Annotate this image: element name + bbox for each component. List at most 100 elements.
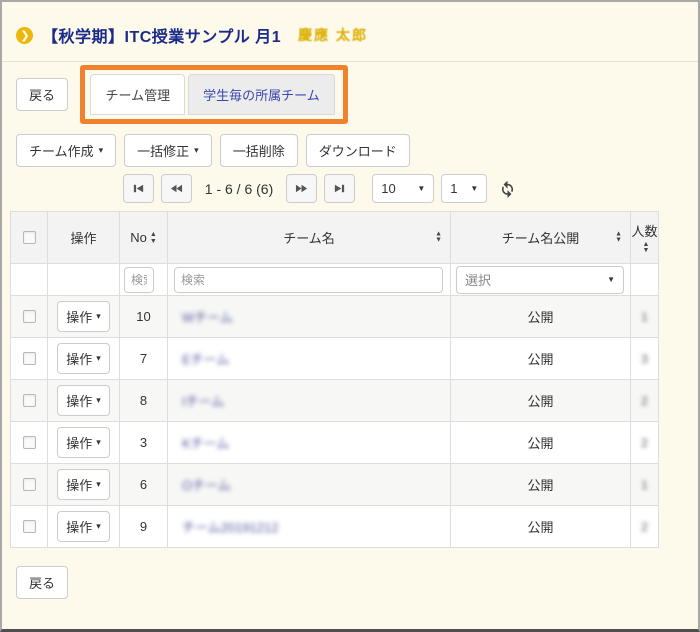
- row-checkbox[interactable]: [23, 436, 36, 449]
- row-no: 10: [120, 296, 168, 338]
- row-action-button[interactable]: 操作▾: [57, 511, 110, 542]
- visibility-filter-select[interactable]: 選択 ▼: [456, 266, 624, 294]
- pagination: 1 - 6 / 6 (6) 10 ▼ 1 ▼: [2, 174, 698, 203]
- caret-down-icon: ▾: [96, 312, 101, 321]
- select-arrow-icon: ▼: [607, 275, 615, 284]
- page: ❯ 【秋学期】ITC授業サンプル 月1 慶應 太郎 戻る チーム管理 学生毎の所…: [2, 2, 698, 629]
- table-row: 操作▾ 10 Wチーム 公開 1: [11, 296, 659, 338]
- next-page-button[interactable]: [286, 174, 317, 203]
- member-count: 1: [641, 310, 648, 324]
- caret-down-icon: ▾: [96, 438, 101, 447]
- table-row: 操作▾ 7 Eチーム 公開 3: [11, 338, 659, 380]
- table-row: 操作▾ 6 Oチーム 公開 1: [11, 464, 659, 506]
- row-checkbox[interactable]: [23, 478, 36, 491]
- team-name-link[interactable]: チーム20191212: [182, 520, 278, 535]
- team-name-link[interactable]: Kチーム: [182, 436, 229, 451]
- row-checkbox[interactable]: [23, 352, 36, 365]
- caret-down-icon: ▾: [96, 396, 101, 405]
- visibility-value: 公開: [451, 464, 631, 506]
- row-no: 6: [120, 464, 168, 506]
- row-no: 8: [120, 380, 168, 422]
- sort-icon[interactable]: ▲▼: [435, 231, 442, 244]
- first-page-button[interactable]: [123, 174, 154, 203]
- create-team-button[interactable]: チーム作成 ▾: [16, 134, 116, 167]
- filter-row: 選択 ▼: [11, 264, 659, 296]
- select-arrow-icon: ▼: [417, 184, 425, 193]
- col-header-no[interactable]: No▲▼: [120, 212, 168, 264]
- row-checkbox[interactable]: [23, 310, 36, 323]
- team-name-link[interactable]: Iチーム: [182, 394, 224, 409]
- row-action-button[interactable]: 操作▾: [57, 343, 110, 374]
- row-no: 3: [120, 422, 168, 464]
- page-header: ❯ 【秋学期】ITC授業サンプル 月1 慶應 太郎: [2, 2, 698, 62]
- last-page-button[interactable]: [324, 174, 355, 203]
- table-header-row: 操作 No▲▼ チーム名 ▲▼ チーム名公開 ▲▼ 人数▲▼: [11, 212, 659, 264]
- team-name-link[interactable]: Wチーム: [182, 310, 233, 325]
- caret-down-icon: ▾: [194, 146, 199, 155]
- member-count: 3: [641, 352, 648, 366]
- col-header-members[interactable]: 人数▲▼: [631, 212, 659, 264]
- tab-teams-per-student[interactable]: 学生毎の所属チーム: [188, 74, 335, 115]
- table-row: 操作▾ 9 チーム20191212 公開 2: [11, 506, 659, 548]
- team-name-link[interactable]: Oチーム: [182, 478, 231, 493]
- col-header-action: 操作: [48, 212, 120, 264]
- refresh-button[interactable]: [498, 179, 517, 198]
- step-forward-icon: [333, 182, 346, 195]
- member-count: 2: [641, 394, 648, 408]
- row-no: 7: [120, 338, 168, 380]
- member-count: 1: [641, 478, 648, 492]
- tab-highlight-annotation: チーム管理 学生毎の所属チーム: [80, 65, 347, 124]
- table-row: 操作▾ 8 Iチーム 公開 2: [11, 380, 659, 422]
- no-filter-input[interactable]: [124, 267, 154, 293]
- refresh-icon: [498, 179, 517, 198]
- visibility-value: 公開: [451, 506, 631, 548]
- back-button-bottom[interactable]: 戻る: [16, 566, 68, 599]
- bulk-edit-button[interactable]: 一括修正 ▾: [124, 134, 212, 167]
- member-count: 2: [641, 520, 648, 534]
- download-button[interactable]: ダウンロード: [306, 134, 410, 167]
- prev-page-button[interactable]: [161, 174, 192, 203]
- sort-icon[interactable]: ▲▼: [643, 242, 650, 255]
- caret-down-icon: ▾: [96, 480, 101, 489]
- step-backward-icon: [132, 182, 145, 195]
- page-size-select[interactable]: 10 ▼: [372, 174, 434, 203]
- row-action-button[interactable]: 操作▾: [57, 385, 110, 416]
- team-name-filter-input[interactable]: [174, 267, 443, 293]
- back-button-label: 戻る: [29, 85, 55, 104]
- row-no: 9: [120, 506, 168, 548]
- row-action-button[interactable]: 操作▾: [57, 469, 110, 500]
- sort-icon[interactable]: ▲▼: [615, 231, 622, 244]
- bulk-delete-button[interactable]: 一括削除: [220, 134, 298, 167]
- select-arrow-icon: ▼: [470, 184, 478, 193]
- caret-down-icon: ▾: [99, 146, 104, 155]
- col-header-team-name[interactable]: チーム名 ▲▼: [168, 212, 451, 264]
- page-number-select[interactable]: 1 ▼: [441, 174, 487, 203]
- row-checkbox[interactable]: [23, 394, 36, 407]
- user-name-link[interactable]: 慶應 太郎: [298, 25, 368, 45]
- page-title: 【秋学期】ITC授業サンプル 月1: [42, 23, 281, 47]
- back-button-label: 戻る: [29, 573, 55, 592]
- table-row: 操作▾ 3 Kチーム 公開 2: [11, 422, 659, 464]
- visibility-value: 公開: [451, 338, 631, 380]
- sort-icon[interactable]: ▲▼: [150, 232, 157, 245]
- tab-label: 学生毎の所属チーム: [203, 88, 320, 103]
- fast-backward-icon: [170, 182, 183, 195]
- pagination-range-text: 1 - 6 / 6 (6): [205, 181, 273, 197]
- teams-table: 操作 No▲▼ チーム名 ▲▼ チーム名公開 ▲▼ 人数▲▼: [10, 211, 659, 548]
- tab-team-management[interactable]: チーム管理: [90, 74, 185, 115]
- row-checkbox[interactable]: [23, 520, 36, 533]
- tab-label: チーム管理: [105, 88, 170, 103]
- fast-forward-icon: [295, 182, 308, 195]
- member-count: 2: [641, 436, 648, 450]
- select-all-checkbox[interactable]: [23, 231, 36, 244]
- row-action-button[interactable]: 操作▾: [57, 427, 110, 458]
- visibility-value: 公開: [451, 296, 631, 338]
- toolbar: チーム作成 ▾ 一括修正 ▾ 一括削除 ダウンロード: [16, 134, 698, 167]
- col-header-name-public[interactable]: チーム名公開 ▲▼: [451, 212, 631, 264]
- tab-bar: チーム管理 学生毎の所属チーム: [90, 74, 334, 115]
- row-action-button[interactable]: 操作▾: [57, 301, 110, 332]
- caret-down-icon: ▾: [96, 354, 101, 363]
- team-name-link[interactable]: Eチーム: [182, 352, 229, 367]
- back-button-top[interactable]: 戻る: [16, 78, 68, 111]
- caret-down-icon: ▾: [96, 522, 101, 531]
